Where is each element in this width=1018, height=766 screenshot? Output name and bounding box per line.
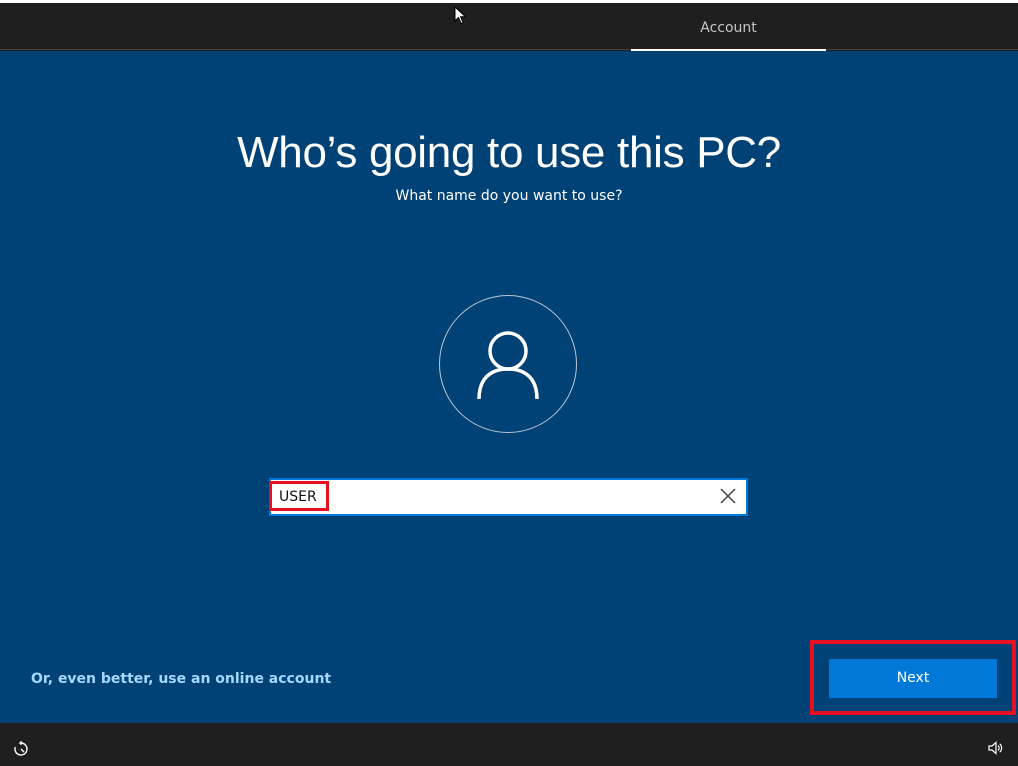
oobe-window: Account Who’s going to use this PC? What… xyxy=(0,0,1018,766)
tab-account: Account xyxy=(631,3,826,51)
online-account-link[interactable]: Or, even better, use an online account xyxy=(31,671,331,687)
main-panel: Who’s going to use this PC? What name do… xyxy=(0,51,1018,723)
page-subtitle: What name do you want to use? xyxy=(395,188,623,204)
volume-icon[interactable] xyxy=(987,740,1003,756)
tab-account-label: Account xyxy=(700,20,757,36)
top-bar-divider xyxy=(0,49,1018,50)
user-avatar-icon xyxy=(477,331,539,400)
bottom-bar xyxy=(0,723,1018,766)
name-input[interactable] xyxy=(279,483,699,511)
mouse-cursor-icon xyxy=(454,6,467,25)
page-title: Who’s going to use this PC? xyxy=(237,128,781,177)
top-bar xyxy=(0,3,1018,49)
name-input-container xyxy=(269,478,748,516)
clear-x-icon[interactable] xyxy=(718,486,738,506)
ease-of-access-icon[interactable] xyxy=(12,740,30,758)
avatar xyxy=(439,295,577,433)
next-button[interactable]: Next xyxy=(829,659,997,698)
